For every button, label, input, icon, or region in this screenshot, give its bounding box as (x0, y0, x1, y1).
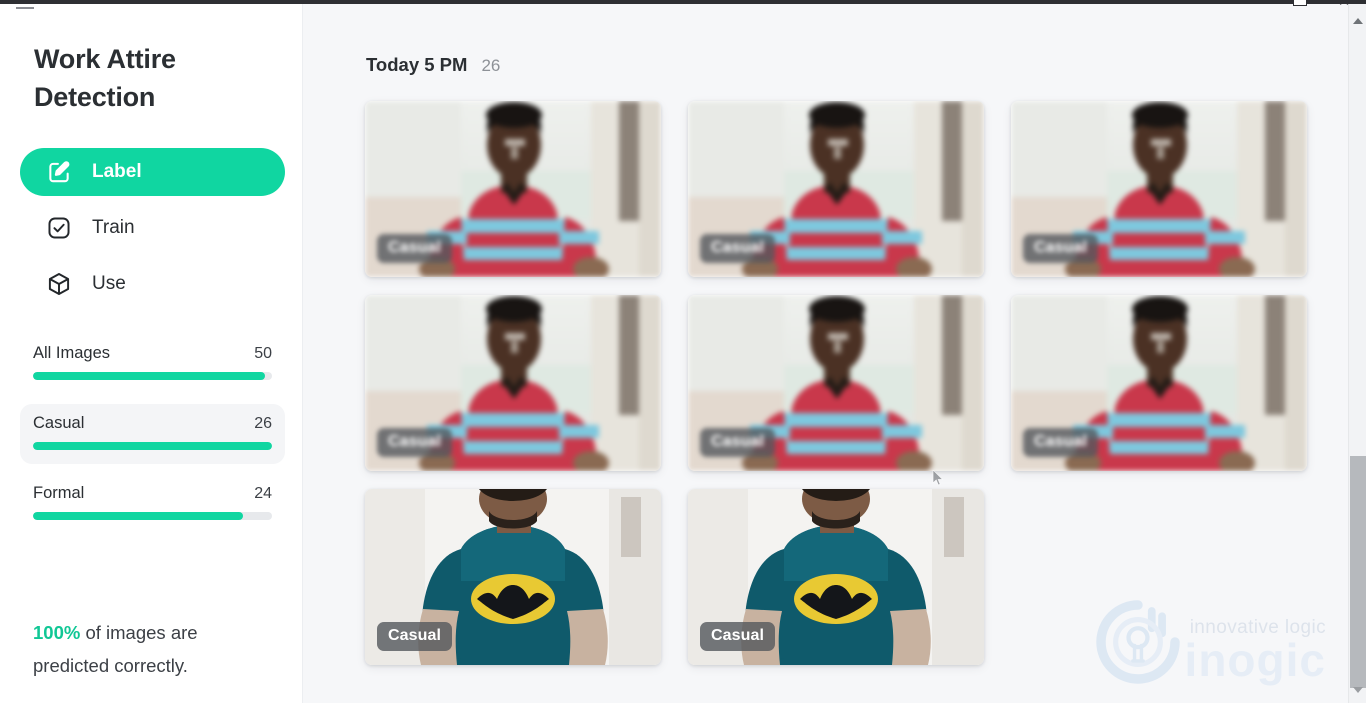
accuracy-note: 100% of images are predicted correctly. (33, 616, 263, 682)
image-card[interactable]: Casual (688, 489, 984, 665)
image-label-badge[interactable]: Casual (377, 428, 453, 457)
image-label-badge[interactable]: Casual (700, 234, 776, 263)
stat-count: 50 (254, 345, 272, 362)
sidebar-item-use-text: Use (92, 273, 126, 294)
image-card[interactable]: Casual (365, 295, 661, 471)
image-label-badge[interactable]: Casual (1023, 234, 1099, 263)
inogic-watermark: innovative logic inogic (1095, 599, 1326, 685)
scroll-up-icon[interactable] (1349, 12, 1366, 30)
pencil-square-icon (46, 159, 72, 185)
progress-fill (33, 442, 272, 450)
image-card[interactable]: Casual (1011, 295, 1307, 471)
progress-track (33, 512, 272, 520)
progress-fill (33, 512, 244, 520)
sidebar-item-label[interactable]: Label (20, 148, 285, 196)
watermark-tagline: innovative logic (1189, 617, 1326, 638)
class-stats-list: All Images 50 Casual 26 Formal 24 (20, 334, 285, 544)
stat-count: 24 (254, 485, 272, 502)
sidebar-item-train-text: Train (92, 217, 135, 238)
watermark-name: inogic (1184, 634, 1326, 686)
sidebar-nav: Label Train Use (20, 148, 285, 316)
stat-row-formal[interactable]: Formal 24 (20, 474, 285, 534)
sidebar-item-use[interactable]: Use (20, 260, 285, 308)
stat-row-casual[interactable]: Casual 26 (20, 404, 285, 464)
image-label-badge[interactable]: Casual (700, 428, 776, 457)
group-count: 26 (481, 56, 501, 75)
stat-label: Casual (33, 414, 85, 432)
progress-fill (33, 372, 265, 380)
inogic-logo-icon (1095, 600, 1180, 684)
image-label-badge[interactable]: Casual (1023, 428, 1099, 457)
image-label-badge[interactable]: Casual (377, 234, 453, 263)
image-label-badge[interactable]: Casual (700, 622, 776, 651)
image-group-header: Today 5 PM 26 (366, 54, 500, 76)
scrollbar-thumb[interactable] (1350, 456, 1366, 688)
vertical-scrollbar[interactable] (1348, 4, 1366, 703)
scroll-down-icon[interactable] (1349, 681, 1366, 699)
progress-track (33, 372, 272, 380)
sidebar: Work Attire Detection Label Train Use Al… (0, 4, 303, 703)
main-content: Today 5 PM 26 Casual Casual Casual Casua… (304, 4, 1342, 703)
image-label-badge[interactable]: Casual (377, 622, 453, 651)
close-icon[interactable]: ✕ (1336, 0, 1352, 8)
cube-icon (46, 271, 72, 297)
app-window: ✕ Work Attire Detection Label (0, 0, 1366, 703)
image-card[interactable]: Casual (1011, 101, 1307, 277)
group-title: Today 5 PM (366, 54, 468, 75)
sidebar-item-train[interactable]: Train (20, 204, 285, 252)
window-titlebar (0, 0, 1366, 4)
check-square-icon (46, 215, 72, 241)
stat-label: All Images (33, 344, 111, 362)
progress-track (33, 442, 272, 450)
stat-label: Formal (33, 484, 85, 502)
mouse-cursor-icon (932, 470, 944, 486)
page-title: Work Attire Detection (34, 44, 176, 112)
minimize-icon[interactable] (16, 0, 36, 14)
stat-count: 26 (254, 415, 272, 432)
image-card[interactable]: Casual (688, 295, 984, 471)
image-card[interactable]: Casual (365, 101, 661, 277)
restore-icon[interactable] (1293, 0, 1307, 6)
sidebar-item-label-text: Label (92, 161, 142, 182)
image-card[interactable]: Casual (365, 489, 661, 665)
stat-row-all-images[interactable]: All Images 50 (20, 334, 285, 394)
accuracy-percent: 100% (33, 622, 81, 643)
image-card[interactable]: Casual (688, 101, 984, 277)
